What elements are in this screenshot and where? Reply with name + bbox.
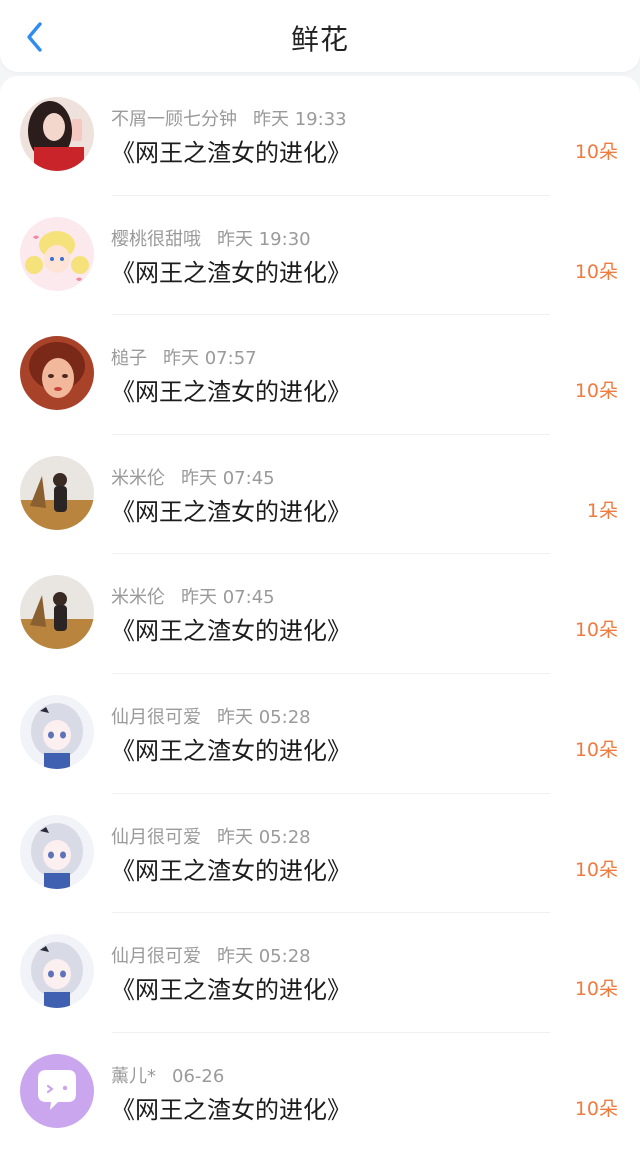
list-item[interactable]: 薰儿* 06-26 《网王之渣女的进化》 10朵 (0, 1033, 640, 1151)
list-item[interactable]: 米米伦 昨天 07:45 《网王之渣女的进化》 1朵 (0, 435, 640, 555)
timestamp: 昨天 07:45 (181, 587, 275, 609)
username[interactable]: 薰儿* (111, 1066, 156, 1087)
book-title[interactable]: 《网王之渣女的进化》 (111, 851, 351, 886)
sailor-moon-avatar[interactable] (20, 216, 94, 291)
default-chat-avatar[interactable] (20, 1053, 94, 1128)
timestamp: 昨天 19:33 (253, 109, 347, 130)
book-title[interactable]: 《网王之渣女的进化》 (111, 731, 351, 766)
field-boy-avatar[interactable] (20, 575, 94, 650)
item-meta: 仙月很可爱 昨天 05:28 (111, 942, 311, 968)
item-meta: 樱桃很甜哦 昨天 19:30 (111, 225, 311, 251)
username[interactable]: 槌子 (111, 348, 147, 369)
anime-girl-avatar[interactable] (20, 695, 94, 769)
item-meta: 米米伦 昨天 07:45 (111, 583, 275, 609)
flower-count: 10朵 (574, 619, 618, 642)
flower-count: 10朵 (574, 260, 618, 283)
flower-count: 10朵 (574, 141, 618, 163)
list-item[interactable]: 仙月很可爱 昨天 05:28 《网王之渣女的进化》 10朵 (0, 794, 640, 914)
flower-count: 10朵 (574, 858, 618, 881)
flower-count: 10朵 (574, 380, 618, 403)
username[interactable]: 仙月很可爱 (111, 946, 201, 967)
item-meta: 仙月很可爱 昨天 05:28 (111, 823, 311, 849)
page-title: 鲜花 (290, 23, 349, 56)
top-nav-bar: 鲜花 (0, 0, 640, 72)
girl-red-avatar[interactable] (20, 97, 94, 171)
list-item[interactable]: 槌子 昨天 07:57 《网王之渣女的进化》 10朵 (0, 315, 640, 435)
list-item[interactable]: 仙月很可爱 昨天 05:28 《网王之渣女的进化》 10朵 (0, 674, 640, 794)
flower-count: 10朵 (574, 978, 618, 1001)
flower-count: 10朵 (574, 739, 618, 761)
timestamp: 06-26 (172, 1065, 225, 1087)
list-item[interactable]: 米米伦 昨天 07:45 《网王之渣女的进化》 10朵 (0, 554, 640, 674)
flower-record-list: 不屑一顾七分钟 昨天 19:33 《网王之渣女的进化》 10朵 樱桃很甜哦 昨天 1… (0, 76, 640, 1151)
flower-count: 10朵 (574, 1097, 618, 1120)
item-meta: 槌子 昨天 07:57 (111, 344, 257, 370)
username[interactable]: 米米伦 (111, 468, 165, 489)
book-title[interactable]: 《网王之渣女的进化》 (111, 253, 351, 288)
list-item[interactable]: 不屑一顾七分钟 昨天 19:33 《网王之渣女的进化》 10朵 (0, 76, 640, 196)
book-title[interactable]: 《网王之渣女的进化》 (111, 611, 351, 646)
field-boy-avatar[interactable] (20, 455, 94, 530)
anime-girl-avatar[interactable] (20, 814, 94, 889)
painted-girl-avatar[interactable] (20, 336, 94, 411)
username[interactable]: 不屑一顾七分钟 (111, 109, 237, 130)
timestamp: 昨天 19:30 (217, 228, 311, 250)
list-item[interactable]: 樱桃很甜哦 昨天 19:30 《网王之渣女的进化》 10朵 (0, 196, 640, 316)
book-title[interactable]: 《网王之渣女的进化》 (111, 970, 351, 1005)
timestamp: 昨天 05:28 (217, 946, 311, 968)
item-meta: 仙月很可爱 昨天 05:28 (111, 703, 311, 729)
book-title[interactable]: 《网王之渣女的进化》 (111, 492, 351, 527)
timestamp: 昨天 05:28 (217, 707, 311, 728)
book-title[interactable]: 《网王之渣女的进化》 (111, 1090, 351, 1125)
timestamp: 昨天 05:28 (217, 826, 311, 848)
username[interactable]: 米米伦 (111, 587, 165, 608)
book-title[interactable]: 《网王之渣女的进化》 (111, 372, 351, 407)
timestamp: 昨天 07:45 (181, 467, 275, 489)
list-item[interactable]: 仙月很可爱 昨天 05:28 《网王之渣女的进化》 10朵 (0, 913, 640, 1033)
anime-girl-avatar[interactable] (20, 934, 94, 1009)
username[interactable]: 仙月很可爱 (111, 827, 201, 848)
item-meta: 薰儿* 06-26 (111, 1062, 224, 1088)
timestamp: 昨天 07:57 (163, 348, 257, 370)
username[interactable]: 仙月很可爱 (111, 707, 201, 728)
item-meta: 米米伦 昨天 07:45 (111, 464, 275, 490)
username[interactable]: 樱桃很甜哦 (111, 229, 201, 250)
book-title[interactable]: 《网王之渣女的进化》 (111, 133, 351, 168)
flower-count: 1朵 (586, 499, 618, 522)
item-meta: 不屑一顾七分钟 昨天 19:33 (111, 105, 347, 131)
